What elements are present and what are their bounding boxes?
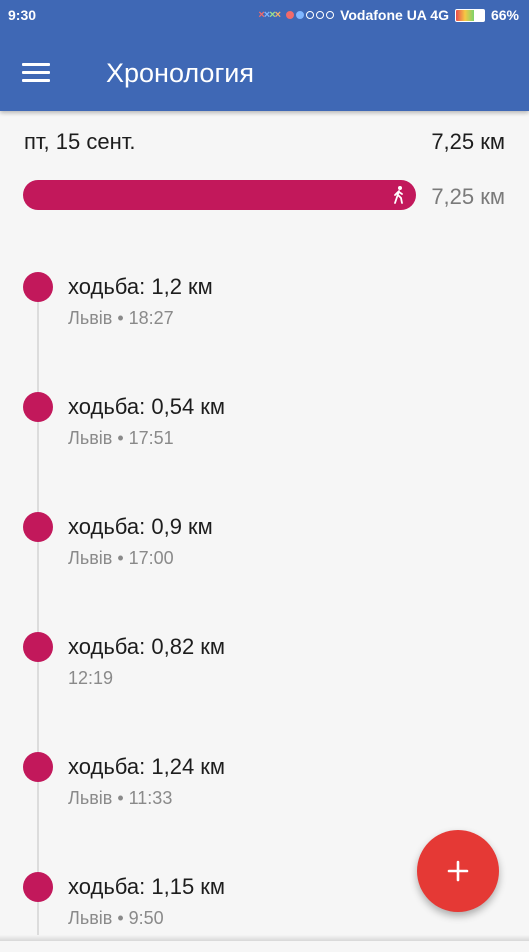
carrier-name: Vodafone UA 4G bbox=[340, 7, 449, 23]
status-bar: 9:30 ×××× Vodafone UA 4G 66% bbox=[0, 0, 529, 30]
timeline-marker-icon bbox=[23, 392, 53, 422]
activity-bar-label: 7,25 км bbox=[431, 184, 505, 210]
bottom-shadow bbox=[0, 935, 529, 941]
timeline-item[interactable]: ходьба: 0,82 км 12:19 bbox=[0, 632, 529, 712]
summary-date: пт, 15 сент. bbox=[24, 129, 136, 155]
status-time: 9:30 bbox=[8, 7, 36, 23]
timeline-item-title: ходьба: 1,15 км bbox=[68, 874, 225, 900]
timeline-marker-icon bbox=[23, 872, 53, 902]
timeline-item-title: ходьба: 1,24 км bbox=[68, 754, 225, 780]
day-summary: пт, 15 сент. 7,25 км 7,25 км bbox=[0, 111, 529, 221]
timeline-marker-icon bbox=[23, 752, 53, 782]
plus-icon bbox=[446, 859, 470, 883]
timeline-item-title: ходьба: 1,2 км bbox=[68, 274, 213, 300]
add-button[interactable] bbox=[417, 830, 499, 912]
timeline-item[interactable]: ходьба: 0,9 км Львів • 17:00 bbox=[0, 512, 529, 592]
timeline-item-subtitle: Львів • 18:27 bbox=[68, 308, 174, 329]
battery-icon bbox=[455, 9, 485, 22]
timeline-item-title: ходьба: 0,54 км bbox=[68, 394, 225, 420]
app-bar: 9:30 ×××× Vodafone UA 4G 66% Хронология bbox=[0, 0, 529, 111]
page-title: Хронология bbox=[106, 58, 254, 89]
status-indicators: ×××× Vodafone UA 4G 66% bbox=[258, 7, 519, 23]
battery-percent: 66% bbox=[491, 7, 519, 23]
activity-bar[interactable] bbox=[23, 180, 416, 210]
timeline-item-subtitle: Львів • 17:51 bbox=[68, 428, 174, 449]
timeline-item[interactable]: ходьба: 0,54 км Львів • 17:51 bbox=[0, 392, 529, 472]
timeline-item-subtitle: 12:19 bbox=[68, 668, 113, 689]
timeline-item-subtitle: Львів • 11:33 bbox=[68, 788, 172, 809]
walking-icon bbox=[390, 185, 408, 205]
timeline-marker-icon bbox=[23, 632, 53, 662]
timeline-marker-icon bbox=[23, 272, 53, 302]
timeline-item-subtitle: Львів • 9:50 bbox=[68, 908, 164, 929]
hamburger-menu-icon[interactable] bbox=[22, 56, 58, 88]
signal-icon: ×××× bbox=[258, 9, 280, 21]
timeline-marker-icon bbox=[23, 512, 53, 542]
summary-total: 7,25 км bbox=[431, 129, 505, 155]
timeline-item-title: ходьба: 0,82 км bbox=[68, 634, 225, 660]
timeline-item[interactable]: ходьба: 1,24 км Львів • 11:33 bbox=[0, 752, 529, 832]
network-dots-icon bbox=[286, 11, 334, 19]
timeline-item-title: ходьба: 0,9 км bbox=[68, 514, 213, 540]
timeline-item[interactable]: ходьба: 1,2 км Львів • 18:27 bbox=[0, 272, 529, 352]
timeline-item-subtitle: Львів • 17:00 bbox=[68, 548, 174, 569]
